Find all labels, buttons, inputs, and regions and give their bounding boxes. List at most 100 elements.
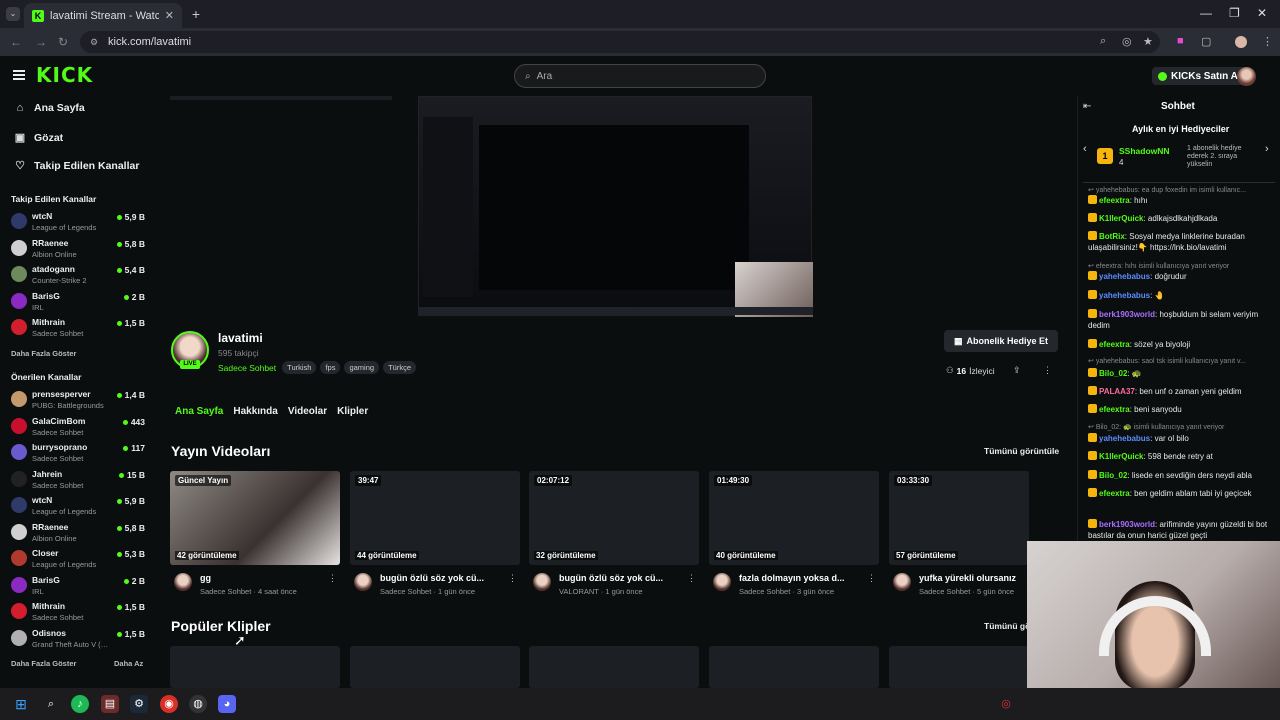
sidebar-channel[interactable]: wtcN League of Legends 5,9 B [11, 211, 145, 237]
collapse-chat-icon[interactable]: ⇤ [1083, 101, 1091, 112]
video-card[interactable]: Güncel Yayın 42 görüntüleme gg Sadece Sohbe… [170, 471, 340, 596]
more-options-icon[interactable]: ⋮ [1043, 365, 1052, 376]
video-title[interactable]: yufka yürekli olursanız [919, 573, 1029, 583]
clip-card[interactable] [709, 646, 879, 688]
tab-videos[interactable]: Videolar [288, 406, 327, 417]
video-more-icon[interactable]: ⋮ [508, 573, 517, 584]
clip-card[interactable] [889, 646, 1029, 688]
gift-subscription-button[interactable]: ▦ Abonelik Hediye Et [944, 330, 1058, 352]
tag-turkce[interactable]: Türkçe [383, 361, 416, 374]
chat-username[interactable]: BotRix [1099, 232, 1125, 241]
sidebar-channel[interactable]: Mithrain Sadece Sohbet 1,5 B [11, 317, 145, 343]
video-card[interactable]: 39:47 44 görüntüleme bugün özlü söz yok cü… [350, 471, 520, 596]
video-channel-avatar[interactable] [533, 573, 551, 591]
chat-username[interactable]: berk1903world [1099, 520, 1155, 529]
nav-home[interactable]: ⌂ Ana Sayfa [14, 102, 85, 114]
reload-icon[interactable]: ↻ [58, 35, 68, 49]
chat-username[interactable]: Bilo_02 [1099, 471, 1127, 480]
clip-card[interactable] [350, 646, 520, 688]
sidebar-channel[interactable]: Mithrain Sadece Sohbet 1,5 B [11, 601, 145, 627]
chat-username[interactable]: yahehebabus [1099, 272, 1150, 281]
minimize-button[interactable]: — [1200, 6, 1212, 20]
video-more-icon[interactable]: ⋮ [328, 573, 337, 584]
sidebar-channel[interactable]: RRaenee Albion Online 5,8 B [11, 238, 145, 264]
clip-card[interactable] [170, 646, 340, 688]
video-title[interactable]: gg [200, 573, 328, 583]
tab-close-icon[interactable]: ✕ [165, 9, 174, 22]
tab-home[interactable]: Ana Sayfa [175, 406, 223, 417]
bookmark-star-icon[interactable]: ★ [1143, 35, 1153, 48]
sidebar-channel[interactable]: RRaenee Albion Online 5,8 B [11, 522, 145, 548]
chat-username[interactable]: yahehebabus [1099, 434, 1150, 443]
tab-clips[interactable]: Klipler [337, 406, 368, 417]
sidebar-channel[interactable]: Closer League of Legends 5,3 B [11, 548, 145, 574]
video-channel-avatar[interactable] [713, 573, 731, 591]
profile-avatar[interactable] [1235, 36, 1247, 48]
video-channel-avatar[interactable] [354, 573, 372, 591]
video-card[interactable]: 01:49:30 40 görüntüleme fazla dolmayın yok… [709, 471, 879, 596]
discord-icon[interactable]: ◕ [218, 695, 236, 713]
steam-icon[interactable]: ⚙ [130, 695, 148, 713]
sidebar-channel[interactable]: GalaCimBom Sadece Sohbet 443 [11, 416, 145, 442]
zoom-icon[interactable]: ⌕ [1100, 35, 1106, 48]
chevron-left-icon[interactable]: ‹ [1083, 143, 1087, 155]
nav-browse[interactable]: ▣ Gözat [14, 131, 63, 145]
maximize-button[interactable]: ❐ [1229, 6, 1240, 20]
chat-username[interactable]: efeextra [1099, 196, 1130, 205]
chevron-right-icon[interactable]: › [1265, 143, 1269, 155]
user-avatar[interactable] [1237, 67, 1256, 86]
show-less[interactable]: Daha Az [114, 659, 143, 668]
nav-following[interactable]: ♡ Takip Edilen Kanallar [14, 159, 139, 173]
chat-username[interactable]: PALAA37 [1099, 387, 1135, 396]
spotify-icon[interactable]: ♪ [71, 695, 89, 713]
tab-search-icon[interactable]: ⌄ [6, 7, 20, 21]
sidebar-channel[interactable]: prensesperver PUBG: Battlegrounds 1,4 B [11, 389, 145, 415]
taskbar-search-icon[interactable]: ⌕ [42, 695, 60, 713]
forward-icon[interactable]: → [35, 35, 47, 49]
sidebar-channel[interactable]: burrysoprano Sadece Sohbet 117 [11, 442, 145, 468]
address-bar[interactable]: ⚙ kick.com/lavatimi [80, 31, 1160, 53]
windows-start-icon[interactable]: ⊞ [12, 695, 30, 713]
menu-hamburger-icon[interactable] [13, 70, 25, 80]
site-info-icon[interactable]: ⚙ [90, 37, 100, 47]
sidebar-channel[interactable]: atadogann Counter-Strike 2 5,4 B [11, 264, 145, 290]
tag-fps[interactable]: fps [320, 361, 341, 374]
eye-off-icon[interactable]: ◎ [1122, 35, 1132, 48]
chat-username[interactable]: K1llerQuick [1099, 214, 1143, 223]
obs-icon[interactable]: ◍ [189, 695, 207, 713]
share-icon[interactable]: ⇪ [1013, 365, 1021, 376]
tag-gaming[interactable]: gaming [344, 361, 380, 374]
sidebar-channel[interactable]: Odisnos Grand Theft Auto V (… 1,5 B [11, 628, 145, 654]
buy-kicks-button[interactable]: KICKs Satın Al [1152, 67, 1247, 85]
chat-username[interactable]: berk1903world [1099, 310, 1155, 319]
kick-logo[interactable]: KICK [36, 63, 93, 87]
close-window-button[interactable]: ✕ [1257, 6, 1267, 20]
chat-username[interactable]: Bilo_02 [1099, 369, 1127, 378]
chrome-icon[interactable]: ◉ [160, 695, 178, 713]
browser-tab[interactable]: K lavatimi Stream - Watch Live on Kick ✕ [24, 3, 182, 28]
tray-icon[interactable]: ◎ [997, 695, 1015, 713]
category-link[interactable]: Sadece Sohbet [218, 363, 276, 373]
sidebar-channel[interactable]: BarisG IRL 2 B [11, 575, 145, 601]
chat-username[interactable]: efeextra [1099, 340, 1130, 349]
video-card[interactable]: 03:33:30 57 görüntüleme yufka yürekli olur… [889, 471, 1029, 596]
extensions-puzzle-icon[interactable]: ▢ [1201, 35, 1211, 48]
chat-username[interactable]: yahehebabus [1099, 291, 1150, 300]
sidebar-channel[interactable]: wtcN League of Legends 5,9 B [11, 495, 145, 521]
app-icon[interactable]: ▤ [101, 695, 119, 713]
back-icon[interactable]: ← [10, 35, 22, 49]
browser-menu-icon[interactable]: ⋮ [1262, 35, 1273, 48]
extension-icon[interactable]: ■ [1177, 35, 1184, 47]
video-more-icon[interactable]: ⋮ [687, 573, 696, 584]
new-tab-button[interactable]: + [188, 6, 204, 22]
clip-card[interactable] [529, 646, 699, 688]
video-channel-avatar[interactable] [893, 573, 911, 591]
video-title[interactable]: fazla dolmayın yoksa d... [739, 573, 867, 583]
show-more-followed[interactable]: Daha Fazla Göster [11, 349, 76, 358]
show-more-recommended[interactable]: Daha Fazla Göster [11, 659, 76, 668]
video-more-icon[interactable]: ⋮ [867, 573, 876, 584]
video-player[interactable] [418, 96, 813, 317]
videos-see-all[interactable]: Tümünü görüntüle [984, 446, 1059, 456]
video-title[interactable]: bugün özlü söz yok cü... [380, 573, 508, 583]
chat-username[interactable]: efeextra [1099, 405, 1130, 414]
